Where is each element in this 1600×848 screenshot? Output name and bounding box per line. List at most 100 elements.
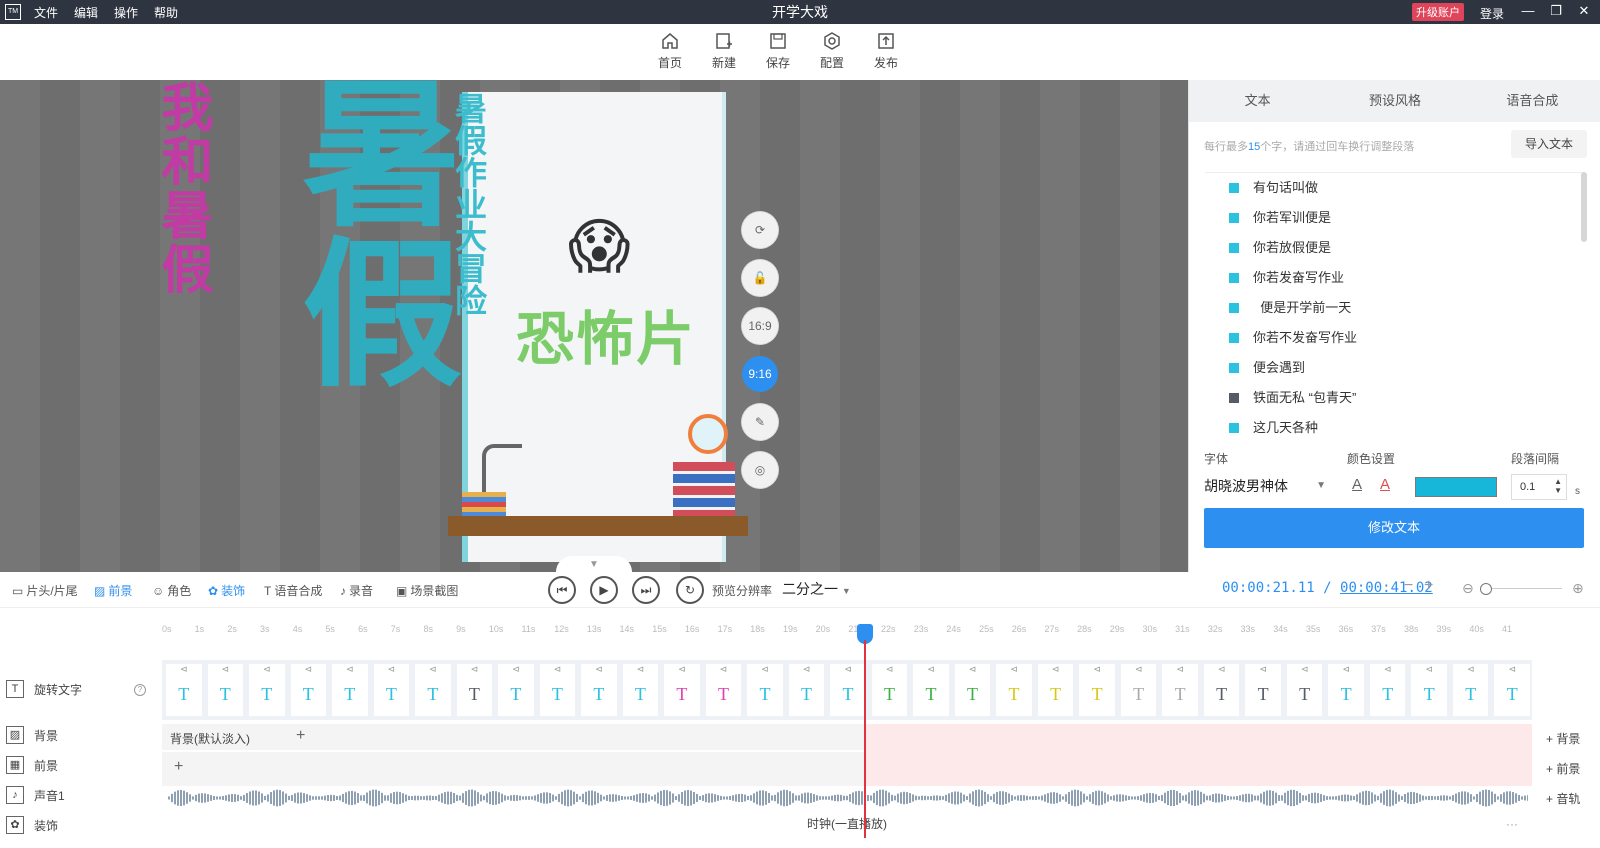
text-clip[interactable]: ⊲ T bbox=[1286, 664, 1323, 716]
text-line-item[interactable]: 你若发奋写作业 bbox=[1205, 263, 1583, 293]
decor-track[interactable]: 时钟(一直播放) ··· bbox=[162, 812, 1532, 836]
tab-foreground[interactable]: ▨ 前景 bbox=[94, 582, 132, 599]
spacing-stepper[interactable]: 0.1 ▲ ▼ bbox=[1511, 474, 1567, 500]
home-button[interactable]: 首页 bbox=[646, 32, 694, 71]
ratio-16-9-button[interactable]: 16:9 bbox=[742, 308, 778, 344]
text-clip[interactable]: ⊲ T bbox=[332, 664, 368, 716]
text-line-item[interactable]: 你若不发奋写作业 bbox=[1205, 323, 1583, 353]
tab-character[interactable]: ☺ 角色 bbox=[152, 582, 191, 599]
close-icon[interactable]: ✕ bbox=[1576, 3, 1592, 19]
text-line-item[interactable]: 你若放假便是 bbox=[1205, 233, 1583, 263]
text-clip[interactable]: ⊲ T bbox=[290, 664, 327, 716]
text-clip[interactable]: ⊲ T bbox=[913, 664, 949, 716]
zoom-slider[interactable]: ⊖ ⊕ bbox=[1462, 580, 1584, 597]
zoom-knob[interactable] bbox=[1480, 583, 1492, 595]
menu-operate[interactable]: 操作 bbox=[114, 4, 138, 21]
text-line-item[interactable]: 你若军训便是 bbox=[1205, 203, 1583, 233]
color-swatch[interactable] bbox=[1415, 477, 1497, 497]
ratio-9-16-button[interactable]: 9:16 bbox=[742, 356, 778, 392]
zoom-out-icon[interactable]: ⊖ bbox=[1462, 580, 1474, 597]
tab-text[interactable]: 文本 bbox=[1189, 80, 1326, 122]
text-track[interactable]: ⊲ T ⊲ T ⊲ T ⊲ T ⊲ T ⊲ T ⊲ T ⊲ T ⊲ T ⊲ T ⊲ T ⊲ T ⊲ T ⊲ T ⊲ T ⊲ T ⊲ T ⊲ T ⊲ T ⊲ T… bbox=[162, 660, 1532, 720]
text-line-item[interactable]: 便会遇到 bbox=[1205, 353, 1583, 383]
text-clip[interactable]: ⊲ T bbox=[581, 664, 617, 716]
menu-file[interactable]: 文件 bbox=[34, 4, 58, 21]
text-clip[interactable]: ⊲ T bbox=[539, 664, 576, 716]
modify-text-button[interactable]: 修改文本 bbox=[1204, 508, 1584, 548]
text-clip[interactable]: ⊲ T bbox=[1245, 664, 1281, 716]
text-clip[interactable]: ⊲ T bbox=[788, 664, 825, 716]
time-ruler[interactable]: 0s 1s 2s 3s 4s 5s 6s 7s 8s 9s 10s 11s 12s 13s 14s 15s 16… bbox=[162, 620, 1532, 640]
text-line-list[interactable]: 有句话叫做 你若军训便是 你若放假便是 你若发奋写作业 便是开学前一天 你若不发奋写作业… bbox=[1205, 172, 1583, 444]
publish-button[interactable]: 发布 bbox=[862, 32, 910, 71]
text-clip[interactable]: ⊲ T bbox=[830, 664, 866, 716]
track-background[interactable]: ▨ 背景 bbox=[0, 726, 160, 744]
tab-tts[interactable]: 语音合成 bbox=[1464, 80, 1600, 122]
help-icon[interactable]: ? bbox=[134, 684, 146, 696]
minus-icon[interactable]: − bbox=[1404, 577, 1413, 595]
play-icon[interactable]: ▶ bbox=[590, 576, 618, 604]
text-line-item[interactable]: 便是开学前一天 bbox=[1205, 293, 1583, 323]
text-clip[interactable]: ⊲ T bbox=[1494, 664, 1530, 716]
text-line-item[interactable]: 有句话叫做 bbox=[1205, 173, 1583, 203]
tab-preset-style[interactable]: 预设风格 bbox=[1326, 80, 1463, 122]
text-clip[interactable]: ⊲ T bbox=[249, 664, 285, 716]
upgrade-button[interactable]: 升级账户 bbox=[1412, 3, 1464, 21]
preview-stage[interactable]: 我和暑假 暑假 暑假作业大冒险 😱 恐怖片 ⟳ 🔓 16:9 9:16 ✎ ◎ … bbox=[0, 80, 1188, 572]
text-clip[interactable]: ⊲ T bbox=[415, 664, 451, 716]
text-line-item[interactable]: 铁面无私 “包青天” bbox=[1205, 383, 1583, 413]
text-clip[interactable]: ⊲ T bbox=[871, 664, 908, 716]
text-clip[interactable]: ⊲ T bbox=[1328, 664, 1364, 716]
add-background-icon[interactable]: + bbox=[296, 727, 305, 745]
add-audio-button[interactable]: + 音轨 bbox=[1546, 790, 1580, 807]
track-audio[interactable]: ♪ 声音1 bbox=[0, 786, 160, 804]
settings-button[interactable]: 配置 bbox=[808, 32, 856, 71]
replay-icon[interactable]: ↻ bbox=[676, 576, 704, 604]
unlock-icon[interactable]: 🔓 bbox=[742, 260, 778, 296]
background-clip[interactable]: 背景(默认淡入) bbox=[170, 730, 250, 747]
tab-tts[interactable]: T 语音合成 bbox=[264, 582, 322, 599]
login-button[interactable]: 登录 bbox=[1480, 5, 1504, 22]
text-clip[interactable]: ⊲ T bbox=[1037, 664, 1074, 716]
track-decor[interactable]: ✿ 装饰 bbox=[0, 816, 160, 834]
menu-edit[interactable]: 编辑 bbox=[74, 4, 98, 21]
target-icon[interactable]: ◎ bbox=[742, 452, 778, 488]
text-color-icon[interactable]: A bbox=[1347, 476, 1367, 498]
text-clip[interactable]: ⊲ T bbox=[207, 664, 243, 716]
zoom-in-icon[interactable]: ⊕ bbox=[1572, 580, 1584, 597]
text-clip[interactable]: ⊲ T bbox=[373, 664, 410, 716]
font-select[interactable]: 胡晓波男神体 ▼ bbox=[1204, 472, 1326, 500]
tab-intro-outro[interactable]: ▭ 片头/片尾 bbox=[12, 582, 78, 599]
audio-waveform[interactable] bbox=[168, 788, 1528, 808]
tab-decoration[interactable]: ✿ 装饰 bbox=[208, 582, 245, 599]
clock-clip[interactable]: 时钟(一直播放) bbox=[807, 817, 887, 831]
minimize-icon[interactable]: — bbox=[1520, 3, 1536, 19]
text-clip[interactable]: ⊲ T bbox=[664, 664, 700, 716]
list-scrollbar[interactable] bbox=[1581, 172, 1587, 242]
preview-canvas[interactable]: 暑假作业大冒险 😱 恐怖片 bbox=[448, 92, 748, 562]
add-foreground-button[interactable]: + 前景 bbox=[1546, 760, 1580, 777]
text-clip[interactable]: ⊲ T bbox=[705, 664, 742, 716]
text-clip[interactable]: ⊲ T bbox=[1079, 664, 1115, 716]
text-clip[interactable]: ⊲ T bbox=[498, 664, 534, 716]
text-clip[interactable]: ⊲ T bbox=[1452, 664, 1489, 716]
stepper-arrows-icon[interactable]: ▲ ▼ bbox=[1554, 477, 1562, 495]
text-clip[interactable]: ⊲ T bbox=[1120, 664, 1157, 716]
import-text-button[interactable]: 导入文本 bbox=[1511, 130, 1587, 158]
text-clip[interactable]: ⊲ T bbox=[622, 664, 659, 716]
text-clip[interactable]: ⊲ T bbox=[166, 664, 202, 716]
track-foreground[interactable]: ▦ 前景 bbox=[0, 756, 160, 774]
text-clip[interactable]: ⊲ T bbox=[1162, 664, 1198, 716]
text-clip[interactable]: ⊲ T bbox=[1369, 664, 1406, 716]
text-clip[interactable]: ⊲ T bbox=[747, 664, 783, 716]
restore-icon[interactable]: ❐ bbox=[1548, 3, 1564, 19]
more-icon[interactable]: ··· bbox=[1506, 812, 1518, 836]
skip-forward-icon[interactable]: ⏭ bbox=[632, 576, 660, 604]
tab-screenshot[interactable]: ▣ 场景截图 bbox=[396, 582, 458, 599]
save-button[interactable]: 保存 bbox=[754, 32, 802, 71]
headline-text[interactable]: 恐怖片 bbox=[516, 292, 696, 376]
reset-icon[interactable]: ⟳ bbox=[742, 212, 778, 248]
add-foreground-icon[interactable]: + bbox=[174, 758, 183, 776]
foreground-track[interactable]: + bbox=[162, 752, 866, 786]
new-button[interactable]: 新建 bbox=[700, 32, 748, 71]
